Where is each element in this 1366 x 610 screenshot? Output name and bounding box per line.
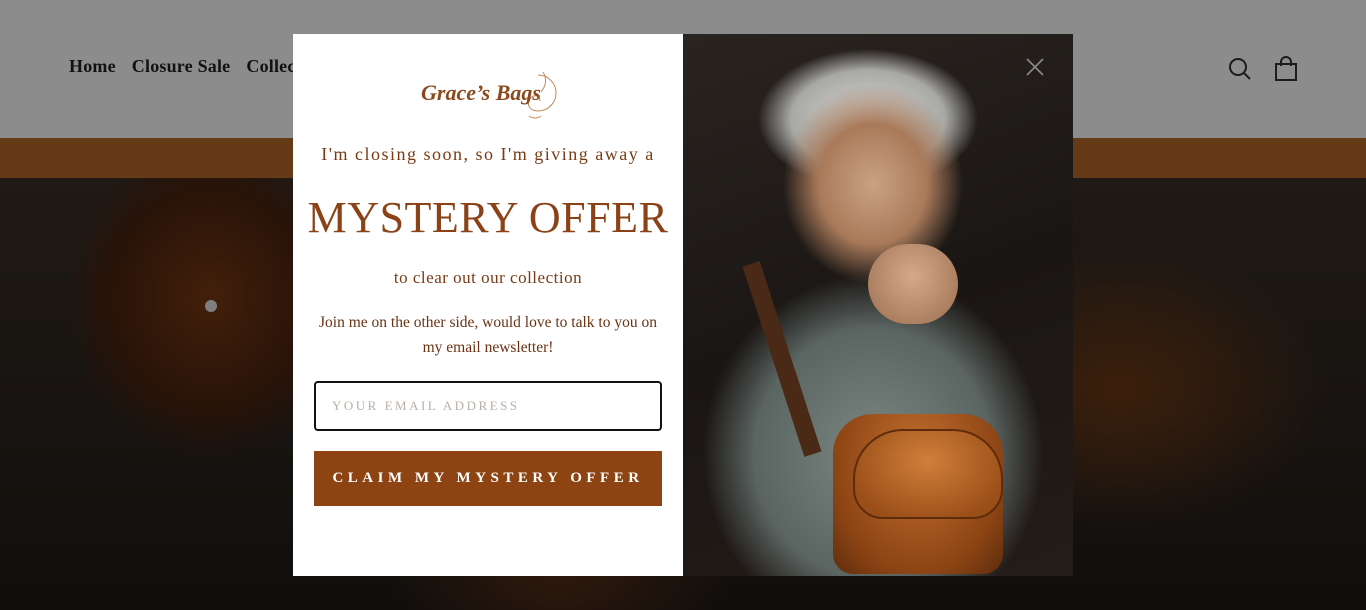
- popup-image: [683, 34, 1073, 576]
- hands: [868, 244, 958, 324]
- email-field[interactable]: [314, 381, 662, 431]
- newsletter-popup: Grace’s Bags I'm closing soon, so I'm gi…: [293, 34, 1073, 576]
- bag-flap: [853, 429, 1003, 519]
- bag-strap: [742, 261, 822, 457]
- close-icon[interactable]: [1024, 56, 1046, 78]
- logo-text: Grace’s Bags: [421, 80, 541, 105]
- popup-subheadline: to clear out our collection: [393, 268, 583, 287]
- popup-lead-text: I'm closing soon, so I'm giving away a: [321, 144, 655, 164]
- popup-headline: MYSTERY OFFER: [307, 193, 669, 242]
- popup-content: Grace’s Bags I'm closing soon, so I'm gi…: [293, 34, 683, 576]
- popup-body-text: Join me on the other side, would love to…: [319, 314, 657, 356]
- claim-offer-button[interactable]: CLAIM MY MYSTERY OFFER: [314, 451, 662, 506]
